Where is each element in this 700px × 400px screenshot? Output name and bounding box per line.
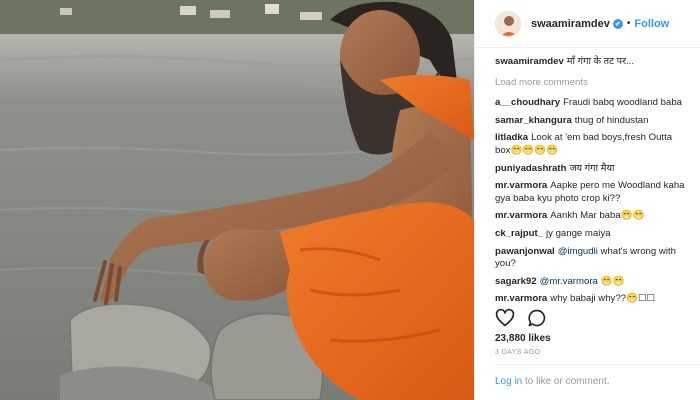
comment-item: mr.varmora why babaji why??😁☐☐ <box>495 293 688 306</box>
comment-username[interactable]: mr.varmora <box>495 293 547 304</box>
comment-mention-link[interactable]: @imgudli <box>558 246 598 257</box>
photo-canvas <box>0 0 474 400</box>
post-caption: swaamiramdev माँ गंगा के तट पर... <box>495 56 688 69</box>
comment-item: mr.varmora Aapke pero me Woodland kaha gy… <box>495 180 688 205</box>
login-prompt-text: to like or comment. <box>525 376 610 387</box>
comment-username[interactable]: puniyadashrath <box>495 163 566 174</box>
comment-username[interactable]: mr.varmora <box>495 210 547 221</box>
heart-outline-icon[interactable] <box>495 308 515 328</box>
comment-text: Aankh Mar baba😁😁 <box>550 210 645 222</box>
login-prompt: Log in to like or comment. <box>495 376 610 387</box>
comment-text: why babaji why??😁☐☐ <box>550 293 656 305</box>
likes-count[interactable]: 23,880 likes <box>495 333 551 344</box>
load-more-comments-button[interactable]: Load more comments <box>495 77 688 90</box>
post-sidebar: swaamiramdev ✔ • Follow swaamiramdev माँ … <box>474 0 700 400</box>
comment-item: sagark92 @mr.varmora 😁😁 <box>495 276 688 289</box>
login-link[interactable]: Log in <box>495 376 522 387</box>
post-header: swaamiramdev ✔ • Follow <box>475 0 700 48</box>
comment-item: samar_khangura thug of hindustan <box>495 115 688 128</box>
comment-text: जय गंगा मैया <box>569 162 615 174</box>
comment-username[interactable]: samar_khangura <box>495 115 572 126</box>
comment-text: thug of hindustan <box>574 114 649 126</box>
comment-username[interactable]: pawanjonwal <box>495 246 555 257</box>
caption-username[interactable]: swaamiramdev <box>495 56 564 67</box>
comment-username[interactable]: mr.varmora <box>495 180 547 191</box>
comment-button[interactable] <box>527 308 547 328</box>
comment-mention-link[interactable]: @mr.varmora <box>540 276 598 287</box>
like-button[interactable] <box>495 308 515 328</box>
speech-bubble-icon[interactable] <box>527 308 547 328</box>
comment-username[interactable]: ck_rajput_ <box>495 228 543 239</box>
header-separator: • <box>626 18 631 29</box>
follow-button[interactable]: Follow <box>634 18 669 30</box>
verified-badge-icon: ✔ <box>612 18 623 29</box>
comment-item: a__choudhary Fraudi babq woodland baba <box>495 97 688 110</box>
comment-item: puniyadashrath जय गंगा मैया <box>495 163 688 176</box>
comment-username[interactable]: sagark92 <box>495 276 537 287</box>
comment-item: litladka Look at 'em bad boys,fresh Outta… <box>495 132 688 157</box>
comment-item: ck_rajput_ jy gange maiya <box>495 228 688 241</box>
comment-item: pawanjonwal @imgudli what's wrong with yo… <box>495 246 688 271</box>
caption-text: माँ गंगा के तट पर... <box>566 56 635 67</box>
divider <box>495 364 700 365</box>
post-actions <box>495 308 547 328</box>
post-date[interactable]: 3 DAYS AGO <box>495 349 541 356</box>
avatar[interactable] <box>495 10 521 37</box>
comment-username[interactable]: a__choudhary <box>495 97 560 108</box>
comment-text: jy gange maiya <box>546 227 611 239</box>
comment-text: Fraudi babq woodland baba <box>563 97 683 109</box>
post-photo[interactable] <box>0 0 474 400</box>
comments-list: swaamiramdev माँ गंगा के तट पर... Load mo… <box>475 48 700 306</box>
comment-text: 😁😁 <box>600 275 625 287</box>
header-username[interactable]: swaamiramdev <box>531 18 610 30</box>
instagram-post: swaamiramdev ✔ • Follow swaamiramdev माँ … <box>0 0 700 400</box>
comment-item: mr.varmora Aankh Mar baba😁😁 <box>495 210 688 223</box>
comment-username[interactable]: litladka <box>495 132 528 143</box>
